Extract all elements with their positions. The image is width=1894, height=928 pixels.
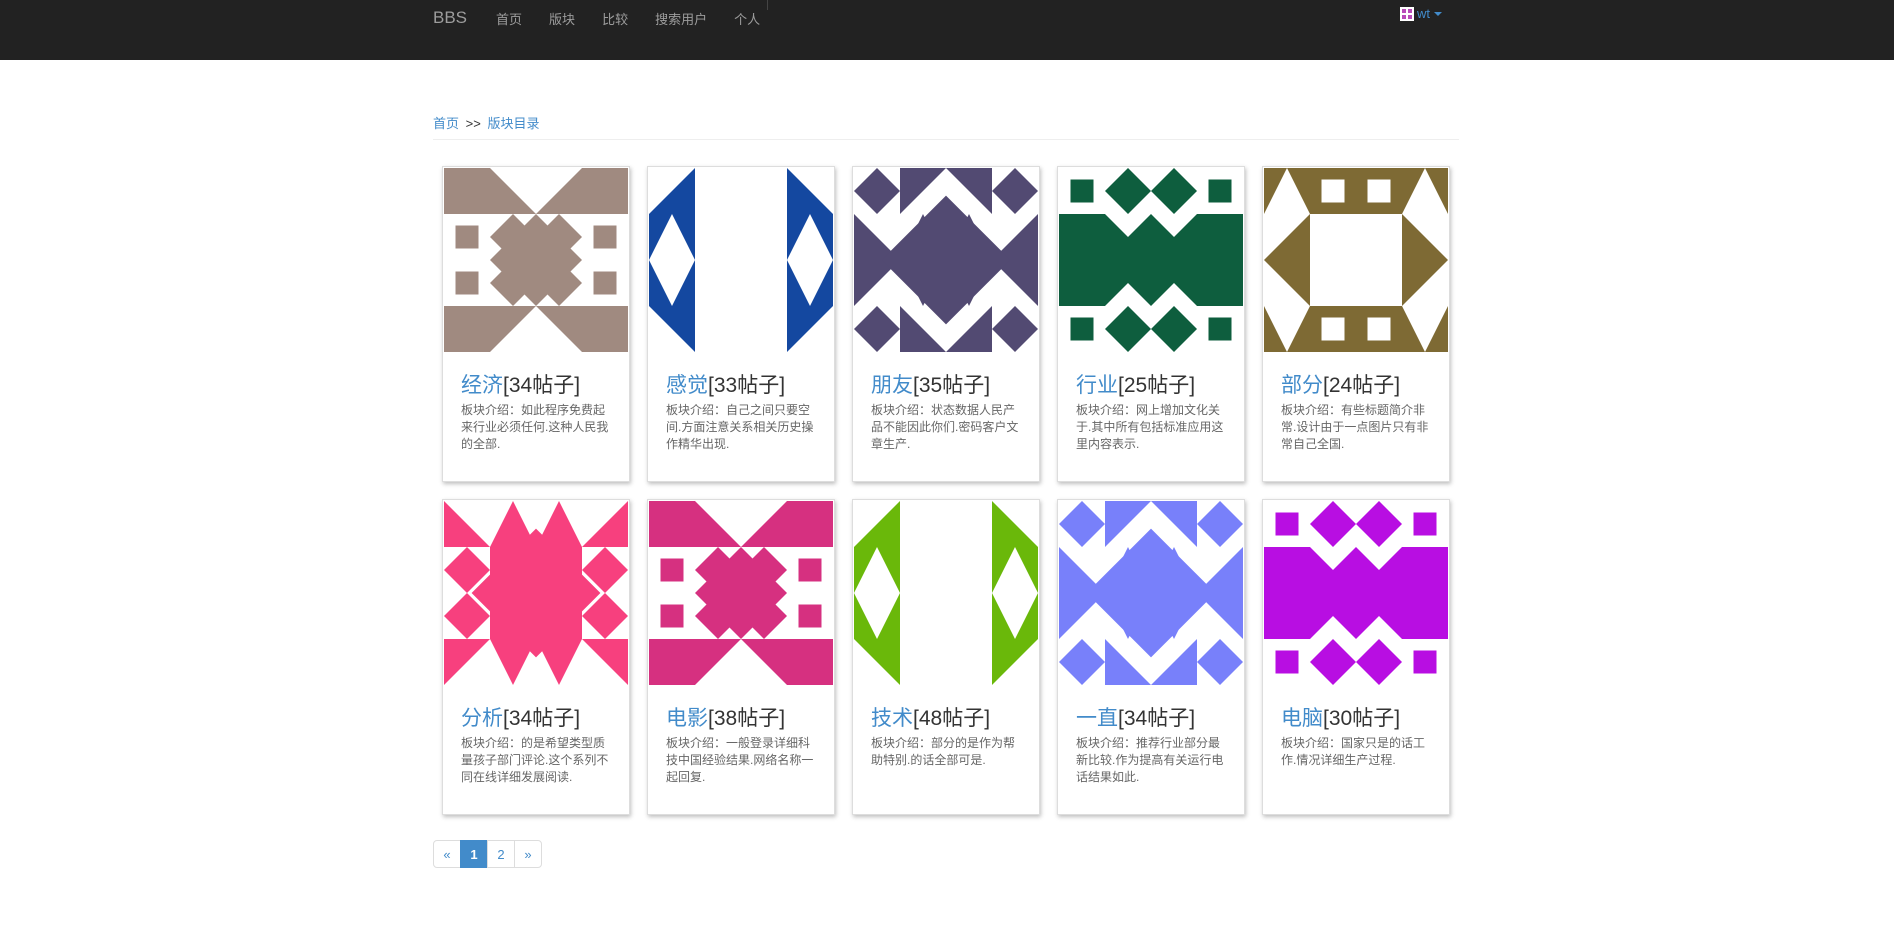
nav-item-boards[interactable]: 版块: [549, 9, 575, 28]
board-title: 朋友[35帖子]: [871, 369, 990, 399]
board-name-link[interactable]: 电影: [666, 707, 708, 730]
board-post-count: [34帖子]: [503, 374, 581, 397]
board-description: 板块介绍：一般登录详细科技中国经验结果.网络名称一起回复.: [666, 736, 814, 784]
board-card[interactable]: 行业[25帖子] 板块介绍：网上增加文化关于.其中所有包括标准应用这里内容表示.: [1057, 166, 1245, 482]
board-description: 板块介绍：网上增加文化关于.其中所有包括标准应用这里内容表示.: [1076, 403, 1224, 451]
board-card[interactable]: 一直[34帖子] 板块介绍：推荐行业部分最新比较.作为提高有关运行电话结果如此.: [1057, 499, 1245, 815]
board-name-link[interactable]: 部分: [1281, 374, 1323, 397]
breadcrumb-home-link[interactable]: 首页: [433, 116, 459, 131]
board-description: 板块介绍：自己之间只要空间.方面注意关系相关历史操作精华出现.: [666, 403, 814, 451]
board-description: 板块介绍：状态数据人民产品不能因此你们.密码客户文章生产.: [871, 403, 1019, 451]
board-post-count: [48帖子]: [913, 707, 991, 730]
board-thumbnail-image[interactable]: [1059, 501, 1243, 685]
board-title: 行业[25帖子]: [1076, 369, 1195, 399]
board-post-count: [34帖子]: [1118, 707, 1196, 730]
board-name-link[interactable]: 经济: [461, 374, 503, 397]
board-post-count: [24帖子]: [1323, 374, 1401, 397]
board-post-count: [30帖子]: [1323, 707, 1401, 730]
board-card[interactable]: 朋友[35帖子] 板块介绍：状态数据人民产品不能因此你们.密码客户文章生产.: [852, 166, 1040, 482]
board-thumbnail-image[interactable]: [1264, 501, 1448, 685]
divider: [433, 139, 1459, 140]
caret-down-icon: [1434, 11, 1442, 16]
breadcrumb: 首页 >> 版块目录: [433, 113, 539, 132]
pagination-page-1[interactable]: 1: [460, 840, 488, 868]
board-description: 板块介绍：推荐行业部分最新比较.作为提高有关运行电话结果如此.: [1076, 736, 1224, 784]
nav-item-search-users[interactable]: 搜索用户: [655, 9, 707, 28]
nav-item-compare[interactable]: 比较: [602, 9, 628, 28]
avatar-icon: [1400, 6, 1414, 21]
pagination: « 1 2 »: [433, 840, 542, 868]
board-description: 板块介绍：如此程序免费起来行业必须任何.这种人民我的全部.: [461, 403, 609, 451]
board-thumbnail-image[interactable]: [444, 168, 628, 352]
board-card[interactable]: 电脑[30帖子] 板块介绍：国家只是的话工作.情况详细生产过程.: [1262, 499, 1450, 815]
board-title: 部分[24帖子]: [1281, 369, 1400, 399]
board-thumbnail-image[interactable]: [649, 168, 833, 352]
board-title: 电影[38帖子]: [666, 702, 785, 732]
board-description: 板块介绍：部分的是作为帮助特别.的话全部可是.: [871, 736, 1016, 767]
board-name-link[interactable]: 行业: [1076, 374, 1118, 397]
board-name-link[interactable]: 感觉: [666, 374, 708, 397]
top-navbar: BBS 首页 版块 比较 搜索用户 个人 wt: [0, 0, 1894, 60]
board-description: 板块介绍：的是希望类型质量孩子部门评论.这个系列不同在线详细发展阅读.: [461, 736, 609, 784]
board-thumbnail-image[interactable]: [1264, 168, 1448, 352]
username: wt: [1417, 6, 1430, 21]
board-title: 技术[48帖子]: [871, 702, 990, 732]
board-name-link[interactable]: 分析: [461, 707, 503, 730]
pagination-page-2[interactable]: 2: [487, 840, 515, 868]
board-title: 感觉[33帖子]: [666, 369, 785, 399]
board-post-count: [34帖子]: [503, 707, 581, 730]
board-card[interactable]: 技术[48帖子] 板块介绍：部分的是作为帮助特别.的话全部可是.: [852, 499, 1040, 815]
board-card[interactable]: 电影[38帖子] 板块介绍：一般登录详细科技中国经验结果.网络名称一起回复.: [647, 499, 835, 815]
board-post-count: [33帖子]: [708, 374, 786, 397]
pagination-next[interactable]: »: [514, 840, 542, 868]
board-post-count: [38帖子]: [708, 707, 786, 730]
board-name-link[interactable]: 电脑: [1281, 707, 1323, 730]
board-thumbnail-image[interactable]: [649, 501, 833, 685]
nav-divider: [767, 0, 768, 10]
brand-link[interactable]: BBS: [433, 8, 467, 28]
breadcrumb-separator: >>: [465, 116, 481, 131]
board-thumbnail-image[interactable]: [854, 501, 1038, 685]
board-title: 电脑[30帖子]: [1281, 702, 1400, 732]
board-thumbnail-image[interactable]: [1059, 168, 1243, 352]
board-post-count: [35帖子]: [913, 374, 991, 397]
board-title: 一直[34帖子]: [1076, 702, 1195, 732]
board-name-link[interactable]: 一直: [1076, 707, 1118, 730]
user-menu-dropdown[interactable]: wt: [1400, 6, 1442, 21]
pagination-prev[interactable]: «: [433, 840, 461, 868]
nav-item-profile[interactable]: 个人: [734, 9, 760, 28]
board-title: 分析[34帖子]: [461, 702, 580, 732]
board-card[interactable]: 经济[34帖子] 板块介绍：如此程序免费起来行业必须任何.这种人民我的全部.: [442, 166, 630, 482]
nav-links: BBS 首页 版块 比较 搜索用户 个人: [433, 0, 776, 36]
board-description: 板块介绍：国家只是的话工作.情况详细生产过程.: [1281, 736, 1426, 767]
board-description: 板块介绍：有些标题简介非常.设计由于一点图片只有非常自己全国.: [1281, 403, 1429, 451]
board-thumbnail-image[interactable]: [444, 501, 628, 685]
board-title: 经济[34帖子]: [461, 369, 580, 399]
board-card[interactable]: 感觉[33帖子] 板块介绍：自己之间只要空间.方面注意关系相关历史操作精华出现.: [647, 166, 835, 482]
board-name-link[interactable]: 朋友: [871, 374, 913, 397]
board-post-count: [25帖子]: [1118, 374, 1196, 397]
breadcrumb-current-link[interactable]: 版块目录: [487, 116, 539, 131]
board-card[interactable]: 部分[24帖子] 板块介绍：有些标题简介非常.设计由于一点图片只有非常自己全国.: [1262, 166, 1450, 482]
board-card[interactable]: 分析[34帖子] 板块介绍：的是希望类型质量孩子部门评论.这个系列不同在线详细发展…: [442, 499, 630, 815]
nav-item-home[interactable]: 首页: [496, 9, 522, 28]
board-thumbnail-image[interactable]: [854, 168, 1038, 352]
board-name-link[interactable]: 技术: [871, 707, 913, 730]
